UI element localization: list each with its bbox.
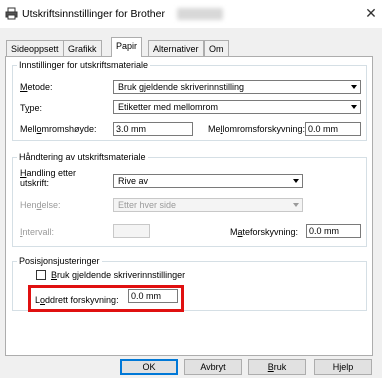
chevron-down-icon bbox=[351, 105, 357, 109]
chevron-down-icon bbox=[293, 203, 299, 207]
feed-offset-label: Mateforskyvning: bbox=[230, 227, 299, 237]
interval-label: Intervall: bbox=[20, 227, 55, 237]
type-select[interactable]: Etiketter med mellomrom bbox=[113, 100, 361, 114]
tab-alternativer[interactable]: Alternativer bbox=[148, 40, 204, 57]
event-label: Hendelse: bbox=[20, 200, 61, 210]
cancel-button[interactable]: Avbryt bbox=[184, 359, 242, 375]
media-handling-group-title: Håndtering av utskriftsmateriale bbox=[17, 152, 148, 162]
type-label: Type: bbox=[20, 103, 43, 113]
tab-sideoppsett[interactable]: Sideoppsett bbox=[6, 40, 64, 57]
interval-input bbox=[113, 224, 150, 238]
gap-height-input[interactable]: 3.0 mm bbox=[113, 122, 193, 136]
use-printer-setting-checkbox[interactable] bbox=[36, 270, 46, 280]
gap-offset-label: Mellomromsforskyvning: bbox=[208, 124, 306, 134]
method-select[interactable]: Bruk gjeldende skriverinnstilling bbox=[113, 80, 361, 94]
vertical-offset-label: Loddrett forskyvning: bbox=[35, 295, 119, 305]
position-adjustments-group-title: Posisjonsjusteringer bbox=[17, 256, 102, 266]
use-printer-setting-label: Bruk gjeldende skriverinnstillinger bbox=[51, 270, 186, 280]
vertical-offset-input[interactable]: 0.0 mm bbox=[128, 289, 178, 303]
window-title: Utskriftsinnstillinger for Brother bbox=[22, 8, 165, 20]
close-icon[interactable]: ✕ bbox=[364, 5, 378, 22]
feed-offset-input[interactable]: 0.0 mm bbox=[306, 224, 361, 238]
help-button[interactable]: Hjelp bbox=[314, 359, 372, 375]
after-print-action-value: Rive av bbox=[118, 176, 149, 186]
after-print-action-select[interactable]: Rive av bbox=[113, 174, 303, 188]
gap-offset-input[interactable]: 0.0 mm bbox=[305, 122, 361, 136]
tab-om[interactable]: Om bbox=[204, 40, 229, 57]
gap-height-label: Mellomromshøyde: bbox=[20, 124, 97, 134]
after-print-action-label: Handling etter utskrift: bbox=[20, 168, 77, 188]
type-select-value: Etiketter med mellomrom bbox=[118, 102, 219, 112]
chevron-down-icon bbox=[293, 179, 299, 183]
apply-button[interactable]: Bruk bbox=[248, 359, 306, 375]
chevron-down-icon bbox=[351, 85, 357, 89]
method-select-value: Bruk gjeldende skriverinnstilling bbox=[118, 82, 245, 92]
media-settings-group-title: Innstillinger for utskriftsmateriale bbox=[17, 60, 151, 70]
ok-button[interactable]: OK bbox=[120, 359, 178, 375]
tab-grafikk[interactable]: Grafikk bbox=[63, 40, 102, 57]
tab-papir[interactable]: Papir bbox=[111, 37, 143, 57]
event-select: Etter hver side bbox=[113, 198, 303, 212]
method-label: Metode: bbox=[20, 82, 53, 92]
printer-icon bbox=[5, 7, 18, 20]
printer-model-redacted bbox=[177, 8, 223, 20]
event-select-value: Etter hver side bbox=[118, 200, 177, 210]
